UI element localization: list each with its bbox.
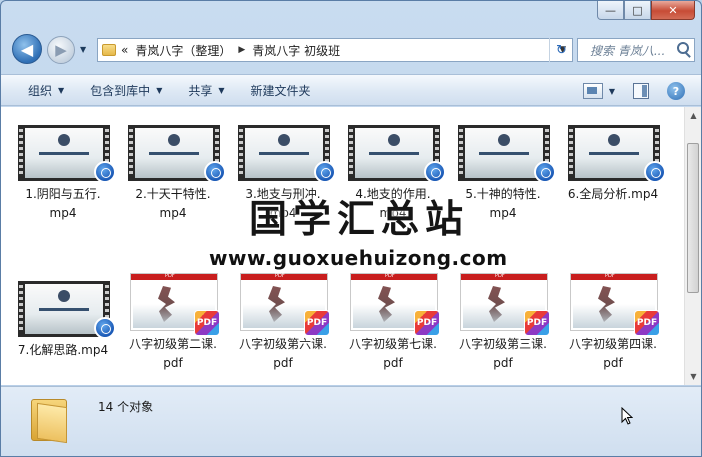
- file-name: 2.十天干特性. mp4: [135, 187, 211, 220]
- chevron-down-icon: ▼: [58, 85, 65, 95]
- include-library-menu[interactable]: 包含到库中 ▼: [77, 82, 175, 99]
- view-options-dropdown-icon[interactable]: ▼: [609, 87, 615, 96]
- change-view-icon[interactable]: [582, 83, 603, 99]
- details-pane: 14 个对象: [1, 386, 701, 456]
- file-name: 八字初级第二课. pdf: [129, 337, 217, 370]
- file-name: 7.化解思路.mp4: [17, 343, 109, 357]
- item-count: 14 个对象: [98, 400, 154, 414]
- organize-menu[interactable]: 组织 ▼: [1, 82, 77, 99]
- file-name: 八字初级第六课. pdf: [239, 337, 327, 370]
- pdf-icon: PDF: [194, 310, 220, 336]
- folder-icon: [31, 395, 67, 444]
- explorer-window: — □ ✕ ◀ ▶ ▼ « 青岚八字（整理） ▶ 青岚八字 初级班 ▼ ↻ 搜索…: [0, 0, 702, 457]
- pdf-icon: PDF: [304, 310, 330, 336]
- media-player-icon: [314, 161, 336, 183]
- toolbar-right: ▼ ?: [582, 75, 701, 107]
- maximize-button[interactable]: □: [624, 1, 651, 20]
- pdf-icon: PDF: [634, 310, 660, 336]
- command-bar: 组织 ▼ 包含到库中 ▼ 共享 ▼ 新建文件夹 ▼ ?: [1, 74, 701, 106]
- chevron-down-icon: ▼: [218, 85, 225, 95]
- file-name: 八字初级第七课. pdf: [349, 337, 437, 370]
- preview-pane-icon[interactable]: [633, 83, 649, 99]
- media-player-icon: [644, 161, 666, 183]
- recent-pages-dropdown[interactable]: ▼: [80, 45, 86, 54]
- back-arrow-icon: ◀: [20, 39, 34, 59]
- media-player-icon: [534, 161, 556, 183]
- share-label: 共享: [188, 83, 213, 98]
- watermark-title: 国学汇总站: [248, 196, 469, 241]
- vertical-scrollbar[interactable]: ▲ ▼: [684, 107, 701, 385]
- file-name: 6.全局分析.mp4: [567, 187, 659, 201]
- media-player-icon: [424, 161, 446, 183]
- scroll-up-icon[interactable]: ▲: [685, 107, 701, 124]
- address-bar[interactable]: « 青岚八字（整理） ▶ 青岚八字 初级班 ▼: [97, 38, 573, 62]
- watermark: 国学汇总站: [219, 188, 499, 243]
- pdf-icon: PDF: [524, 310, 550, 336]
- chevron-down-icon: ▼: [156, 85, 163, 95]
- breadcrumb-item-parent[interactable]: 青岚八字（整理）: [135, 42, 231, 59]
- file-name: 1.阴阳与五行. mp4: [25, 187, 101, 220]
- mouse-cursor-icon: [621, 407, 633, 425]
- forward-arrow-icon: ▶: [55, 41, 67, 59]
- folder-icon: [102, 44, 116, 56]
- file-name: 八字初级第三课. pdf: [459, 337, 547, 370]
- breadcrumb-separator-icon[interactable]: ▶: [238, 45, 245, 55]
- window-caption-buttons: — □ ✕: [597, 1, 695, 20]
- search-icon[interactable]: [677, 42, 689, 54]
- file-name: 八字初级第四课. pdf: [569, 337, 657, 370]
- organize-label: 组织: [28, 83, 53, 98]
- forward-button[interactable]: ▶: [47, 36, 75, 64]
- new-folder-label: 新建文件夹: [250, 83, 311, 98]
- breadcrumb-overflow[interactable]: «: [121, 43, 128, 57]
- navigation-bar: ◀ ▶ ▼ « 青岚八字（整理） ▶ 青岚八字 初级班 ▼ ↻ 搜索 青岚八..…: [1, 33, 701, 69]
- media-player-icon: [94, 317, 116, 339]
- scroll-down-icon[interactable]: ▼: [685, 368, 701, 385]
- share-menu[interactable]: 共享 ▼: [175, 82, 237, 99]
- refresh-icon: ↻: [556, 42, 567, 58]
- scrollbar-thumb[interactable]: [687, 143, 699, 293]
- media-player-icon: [204, 161, 226, 183]
- include-library-label: 包含到库中: [90, 83, 151, 98]
- search-placeholder: 搜索 青岚八...: [590, 43, 666, 58]
- new-folder-button[interactable]: 新建文件夹: [238, 82, 324, 99]
- refresh-button[interactable]: ↻: [549, 38, 573, 62]
- breadcrumb-item-current[interactable]: 青岚八字 初级班: [252, 42, 340, 59]
- media-player-icon: [94, 161, 116, 183]
- minimize-button[interactable]: —: [597, 1, 624, 20]
- watermark-url: www.guoxuehuizong.com: [209, 246, 508, 270]
- close-button[interactable]: ✕: [651, 1, 695, 20]
- search-input[interactable]: 搜索 青岚八...: [577, 38, 695, 62]
- back-button[interactable]: ◀: [12, 34, 42, 64]
- pdf-icon: PDF: [414, 310, 440, 336]
- help-icon[interactable]: ?: [667, 82, 685, 100]
